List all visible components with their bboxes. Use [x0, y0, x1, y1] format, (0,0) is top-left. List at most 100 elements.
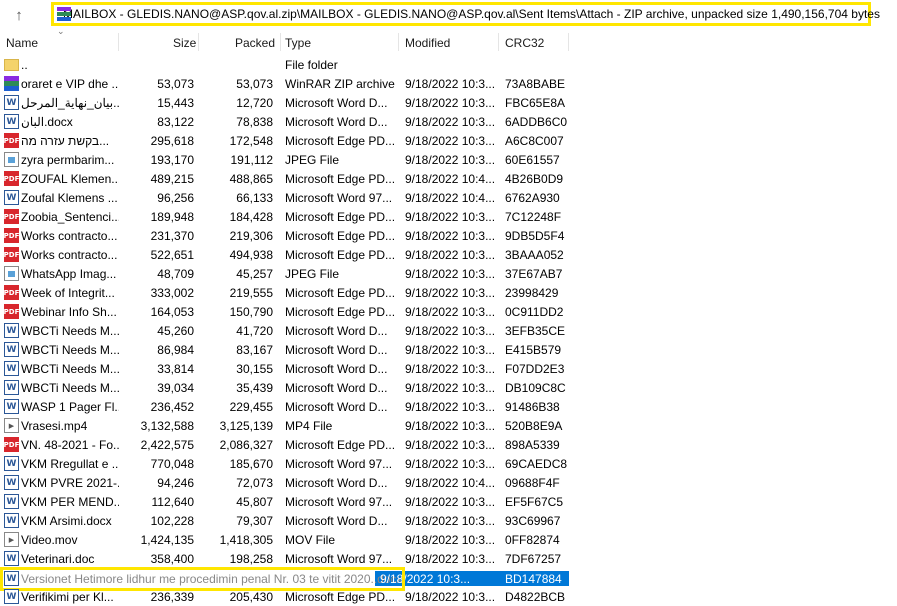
file-size: 96,256 [157, 191, 194, 205]
table-row[interactable]: W VKM PER MEND... 112,640 45,807 Microsoft W… [0, 492, 897, 511]
file-crc: 0FF82874 [505, 533, 560, 547]
file-crc: 3BAAA052 [505, 248, 564, 262]
table-row[interactable]: ▶ Vrasesi.mp4 3,132,588 3,125,139 MP4 File 9/… [0, 416, 897, 435]
file-crc: 09688F4F [505, 476, 560, 490]
file-type: Microsoft Word 97... [285, 191, 393, 205]
file-type: Microsoft Edge PD... [285, 286, 395, 300]
file-type: Microsoft Edge PD... [285, 248, 395, 262]
column-header: Name Size Packed Type Modified CRC32 [0, 31, 897, 53]
pdf-icon: PDF [4, 133, 19, 148]
file-size: 33,814 [157, 362, 194, 376]
file-crc: A6C8C007 [505, 134, 564, 148]
table-row[interactable]: W VKM PVRE 2021-... 94,246 72,073 Microsoft … [0, 473, 897, 492]
file-packed: 219,555 [229, 286, 273, 300]
table-row[interactable]: W البان.docx 83,122 78,838 Microsoft Word D.… [0, 112, 897, 131]
file-size: 112,640 [151, 495, 195, 509]
table-row[interactable]: W WBCTi Needs M... 86,984 83,167 Microsoft W… [0, 340, 897, 359]
table-row[interactable]: W WBCTi Needs M... 39,034 35,439 Microsoft W… [0, 378, 897, 397]
file-type: Microsoft Edge PD... [285, 210, 395, 224]
file-packed: 53,073 [236, 77, 273, 91]
column-size[interactable]: Size [173, 36, 196, 50]
file-modified: 9/18/2022 10:3... [405, 153, 496, 167]
file-size: 45,260 [157, 324, 194, 338]
table-row[interactable]: PDF Works contracto... 522,651 494,938 Micro… [0, 245, 897, 264]
file-crc: 0C911DD2 [505, 305, 564, 319]
table-row[interactable]: PDF Week of Integrit... 333,002 219,555 Micr… [0, 283, 897, 302]
file-crc: 9DB5D5F4 [505, 229, 565, 243]
table-row[interactable]: PDF Zoobia_Sentenci... 189,948 184,428 Micro… [0, 207, 897, 226]
column-type[interactable]: Type [285, 36, 311, 50]
file-size: 164,053 [150, 305, 194, 319]
file-name: Video.mov [21, 533, 78, 547]
file-type: Microsoft Word D... [285, 115, 388, 129]
file-name: בקשת עזרה מה... [21, 134, 110, 148]
file-packed: 41,720 [236, 324, 273, 338]
file-modified: 9/18/2022 10:3... [405, 96, 496, 110]
file-size: 39,034 [157, 381, 194, 395]
table-row[interactable]: PDF ZOUFAL Klemen... 489,215 488,865 Microso… [0, 169, 897, 188]
file-size: 83,122 [157, 115, 194, 129]
folder-icon [4, 59, 19, 71]
sort-chevron-icon: ⌄ [57, 26, 65, 36]
table-row[interactable]: PDF Works contracto... 231,370 219,306 Micro… [0, 226, 897, 245]
file-modified: 9/18/2022 10:3... [405, 286, 496, 300]
table-row[interactable]: W Zoufal Klemens ... 96,256 66,133 Microsoft… [0, 188, 897, 207]
column-name[interactable]: Name [6, 36, 38, 50]
table-row[interactable]: W Verifikimi per Kl... 236,339 205,430 M… [0, 587, 897, 606]
file-packed: 83,167 [236, 343, 273, 357]
file-modified: 9/18/2022 10:3... [405, 381, 496, 395]
table-row[interactable]: W WBCTi Needs M... 45,260 41,720 Microsoft W… [0, 321, 897, 340]
column-packed[interactable]: Packed [235, 36, 275, 50]
table-row[interactable]: W VKM Arsimi.docx 102,228 79,307 Microsoft W… [0, 511, 897, 530]
table-row[interactable]: zyra permbarim... 193,170 191,112 JPEG File… [0, 150, 897, 169]
file-name: WASP 1 Pager Fl... [21, 400, 119, 414]
file-type: Microsoft Word D... [285, 400, 388, 414]
file-crc: FBC65E8A [505, 96, 566, 110]
file-modified: 9/18/2022 10:3... [405, 400, 496, 414]
file-packed: 78,838 [236, 115, 273, 129]
file-name: WBCTi Needs M... [21, 343, 119, 357]
table-row[interactable]: W WASP 1 Pager Fl... 236,452 229,455 Microso… [0, 397, 897, 416]
file-modified: 9/18/2022 10:3... [405, 324, 496, 338]
table-row[interactable]: PDF Webinar Info Sh... 164,053 150,790 Micro… [0, 302, 897, 321]
file-name: البان.docx [21, 115, 73, 129]
table-row[interactable]: PDF בקשת עזרה מה... 295,618 172,548 Microsof… [0, 131, 897, 150]
word-document-icon: W [4, 190, 19, 205]
file-crc: F07DD2E3 [505, 362, 565, 376]
file-size: 236,452 [150, 400, 194, 414]
file-modified: 9/18/2022 10:4... [405, 476, 496, 490]
file-name: Zoobia_Sentenci... [21, 210, 119, 224]
file-name: Webinar Info Sh... [21, 305, 117, 319]
file-packed: 219,306 [229, 229, 273, 243]
table-row[interactable]: W Veterinari.doc 358,400 198,258 Microsoft W… [0, 549, 897, 568]
file-modified: 9/18/2022 10:3... [405, 229, 496, 243]
file-type: Microsoft Word 97... [285, 457, 393, 471]
file-packed: 198,258 [229, 552, 273, 566]
table-row[interactable]: W VKM Rregullat e ... 770,048 185,670 Micros… [0, 454, 897, 473]
address-field[interactable]: MAILBOX - GLEDIS.NANO@ASP.qov.al.zip\MAI… [51, 2, 880, 26]
table-row[interactable]: Wبيان_نهاية_المرحل... 15,443 12,720 Microso… [0, 93, 897, 112]
column-modified[interactable]: Modified [405, 36, 450, 50]
up-arrow-icon[interactable]: ↑ [6, 4, 32, 26]
file-modified: 9/18/2022 10:3... [405, 457, 496, 471]
file-type: JPEG File [285, 267, 340, 281]
file-crc: 898A5339 [505, 438, 560, 452]
file-packed: 35,439 [236, 381, 273, 395]
table-row[interactable]: oraret e VIP dhe ... 53,073 53,073 WinRAR Z… [0, 74, 897, 93]
video-file-icon: ▶ [4, 532, 19, 547]
file-crc: EF5F67C5 [505, 495, 564, 509]
file-packed: 66,133 [236, 191, 273, 205]
table-row[interactable]: PDF VN. 48-2021 - Fo... 2,422,575 2,086,327… [0, 435, 897, 454]
table-row[interactable]: ▶ Video.mov 1,424,135 1,418,305 MOV File 9/18… [0, 530, 897, 549]
file-name: Works contracto... [21, 248, 118, 262]
table-row[interactable]: WhatsApp Imag... 48,709 45,257 JPEG File 9/1… [0, 264, 897, 283]
file-modified: 9/18/2022 10:3... [405, 248, 496, 262]
column-crc32[interactable]: CRC32 [505, 36, 544, 50]
file-name: بيان_نهاية_المرحل... [21, 96, 119, 110]
table-row[interactable]: W WBCTi Needs M... 33,814 30,155 Microsoft W… [0, 359, 897, 378]
file-size: 53,073 [157, 77, 194, 91]
file-type: Microsoft Edge PD... [285, 590, 395, 604]
file-type: Microsoft Edge PD... [285, 305, 395, 319]
table-row[interactable]: .. File folder [0, 55, 897, 74]
file-modified: 9/18/2022 10:3... [405, 134, 496, 148]
